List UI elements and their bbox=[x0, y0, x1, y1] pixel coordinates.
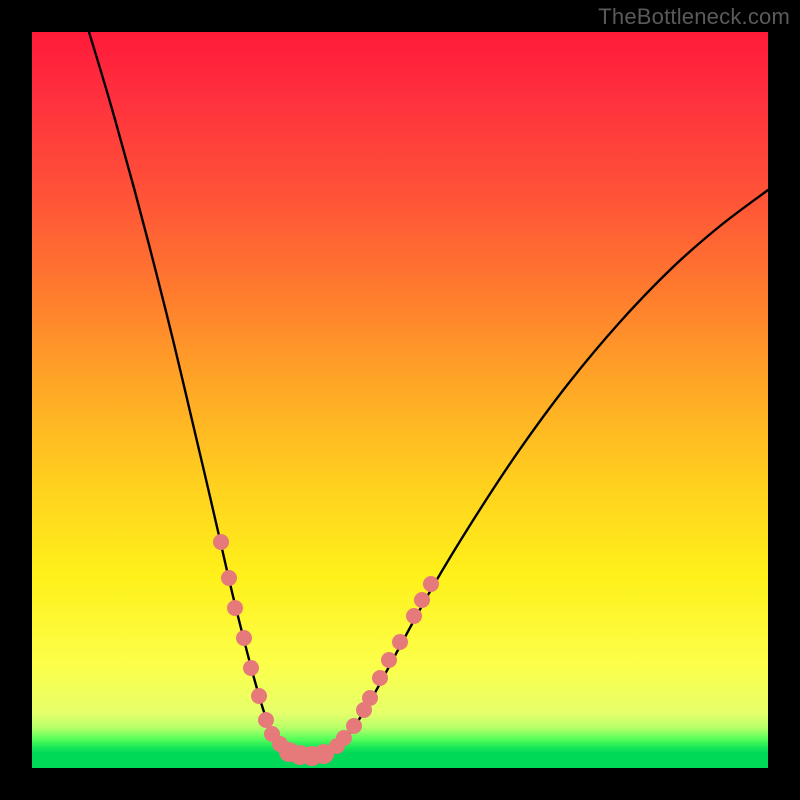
curve-overlay bbox=[32, 32, 768, 768]
data-dot-left bbox=[236, 630, 252, 646]
data-dot-bottom bbox=[314, 744, 334, 764]
data-dot-right bbox=[392, 634, 408, 650]
data-dot-left bbox=[213, 534, 229, 550]
bottleneck-curve bbox=[89, 32, 768, 756]
data-dot-right bbox=[362, 690, 378, 706]
data-dot-right bbox=[372, 670, 388, 686]
chart-container: TheBottleneck.com bbox=[0, 0, 800, 800]
data-dot-left bbox=[243, 660, 259, 676]
plot-area bbox=[32, 32, 768, 768]
data-dot-left bbox=[251, 688, 267, 704]
data-dot-right bbox=[414, 592, 430, 608]
data-dot-left bbox=[258, 712, 274, 728]
data-dot-right bbox=[406, 608, 422, 624]
data-dot-right bbox=[346, 718, 362, 734]
data-dot-left bbox=[227, 600, 243, 616]
watermark-text: TheBottleneck.com bbox=[598, 4, 790, 30]
data-dot-right bbox=[381, 652, 397, 668]
data-dot-right bbox=[423, 576, 439, 592]
data-dot-left bbox=[221, 570, 237, 586]
